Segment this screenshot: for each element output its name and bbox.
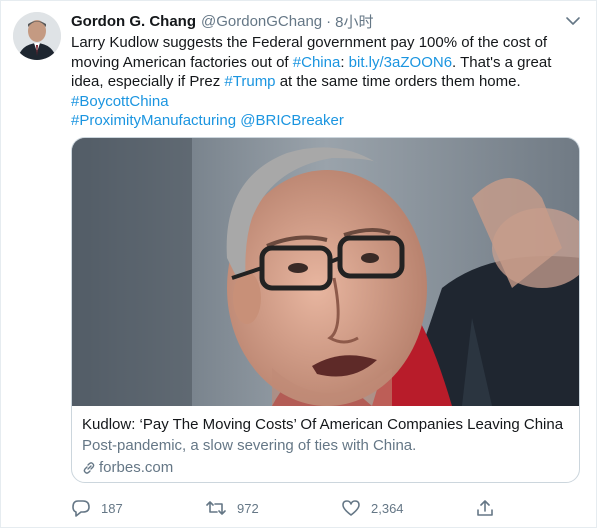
link-icon (83, 462, 95, 474)
tweet-text: Larry Kudlow suggests the Federal govern… (71, 33, 576, 131)
link-card[interactable]: Kudlow: ‘Pay The Moving Costs’ Of Americ… (71, 137, 580, 483)
card-domain-text: forbes.com (99, 459, 174, 476)
short-link[interactable]: bit.ly/3aZOON6 (349, 54, 452, 71)
tweet-text-part: at the same time orders them home. (275, 73, 521, 90)
share-button[interactable] (476, 496, 504, 520)
author-name[interactable]: Gordon G. Chang (71, 13, 196, 30)
hashtag-trump[interactable]: #Trump (224, 73, 275, 90)
retweet-button[interactable]: 972 (205, 496, 259, 520)
heart-icon (342, 500, 360, 516)
hashtag-china[interactable]: #China (293, 54, 341, 71)
chevron-down-icon (566, 17, 580, 25)
reply-count: 187 (101, 500, 123, 516)
author-handle[interactable]: @GordonGChang (201, 13, 322, 30)
card-domain: forbes.com (82, 458, 572, 478)
like-count: 2,364 (371, 500, 404, 516)
tweet-timestamp[interactable]: 8小时 (335, 11, 373, 32)
mention-bricbreaker[interactable]: @BRICBreaker (240, 112, 344, 129)
card-photo (72, 138, 579, 406)
card-title: Kudlow: ‘Pay The Moving Costs’ Of Americ… (82, 416, 564, 433)
tweet-actions: 187 972 2,364 (71, 496, 511, 520)
tweet-text-part: : (340, 53, 349, 71)
hashtag-boycott-china[interactable]: #BoycottChina (71, 93, 169, 110)
card-image[interactable] (72, 138, 579, 406)
tweet-content: Gordon G. Chang @GordonGChang · 8小时 Larr… (71, 10, 583, 131)
hashtag-proximity-manufacturing[interactable]: #ProximityManufacturing (71, 112, 236, 129)
avatar[interactable] (13, 12, 61, 60)
share-icon (477, 500, 493, 516)
tweet-header: Gordon G. Chang @GordonGChang · 8小时 (71, 10, 583, 32)
separator-dot: · (326, 12, 332, 30)
like-button[interactable]: 2,364 (341, 496, 404, 520)
retweet-icon (206, 501, 226, 515)
reply-icon (72, 500, 90, 517)
card-body: Kudlow: ‘Pay The Moving Costs’ Of Americ… (82, 415, 572, 478)
retweet-count: 972 (237, 500, 259, 516)
avatar-image (13, 12, 61, 60)
more-options-button[interactable] (563, 13, 583, 29)
card-description: Post-pandemic, a slow severing of ties w… (82, 437, 417, 454)
tweet[interactable]: Gordon G. Chang @GordonGChang · 8小时 Larr… (0, 0, 597, 528)
reply-button[interactable]: 187 (71, 496, 123, 520)
